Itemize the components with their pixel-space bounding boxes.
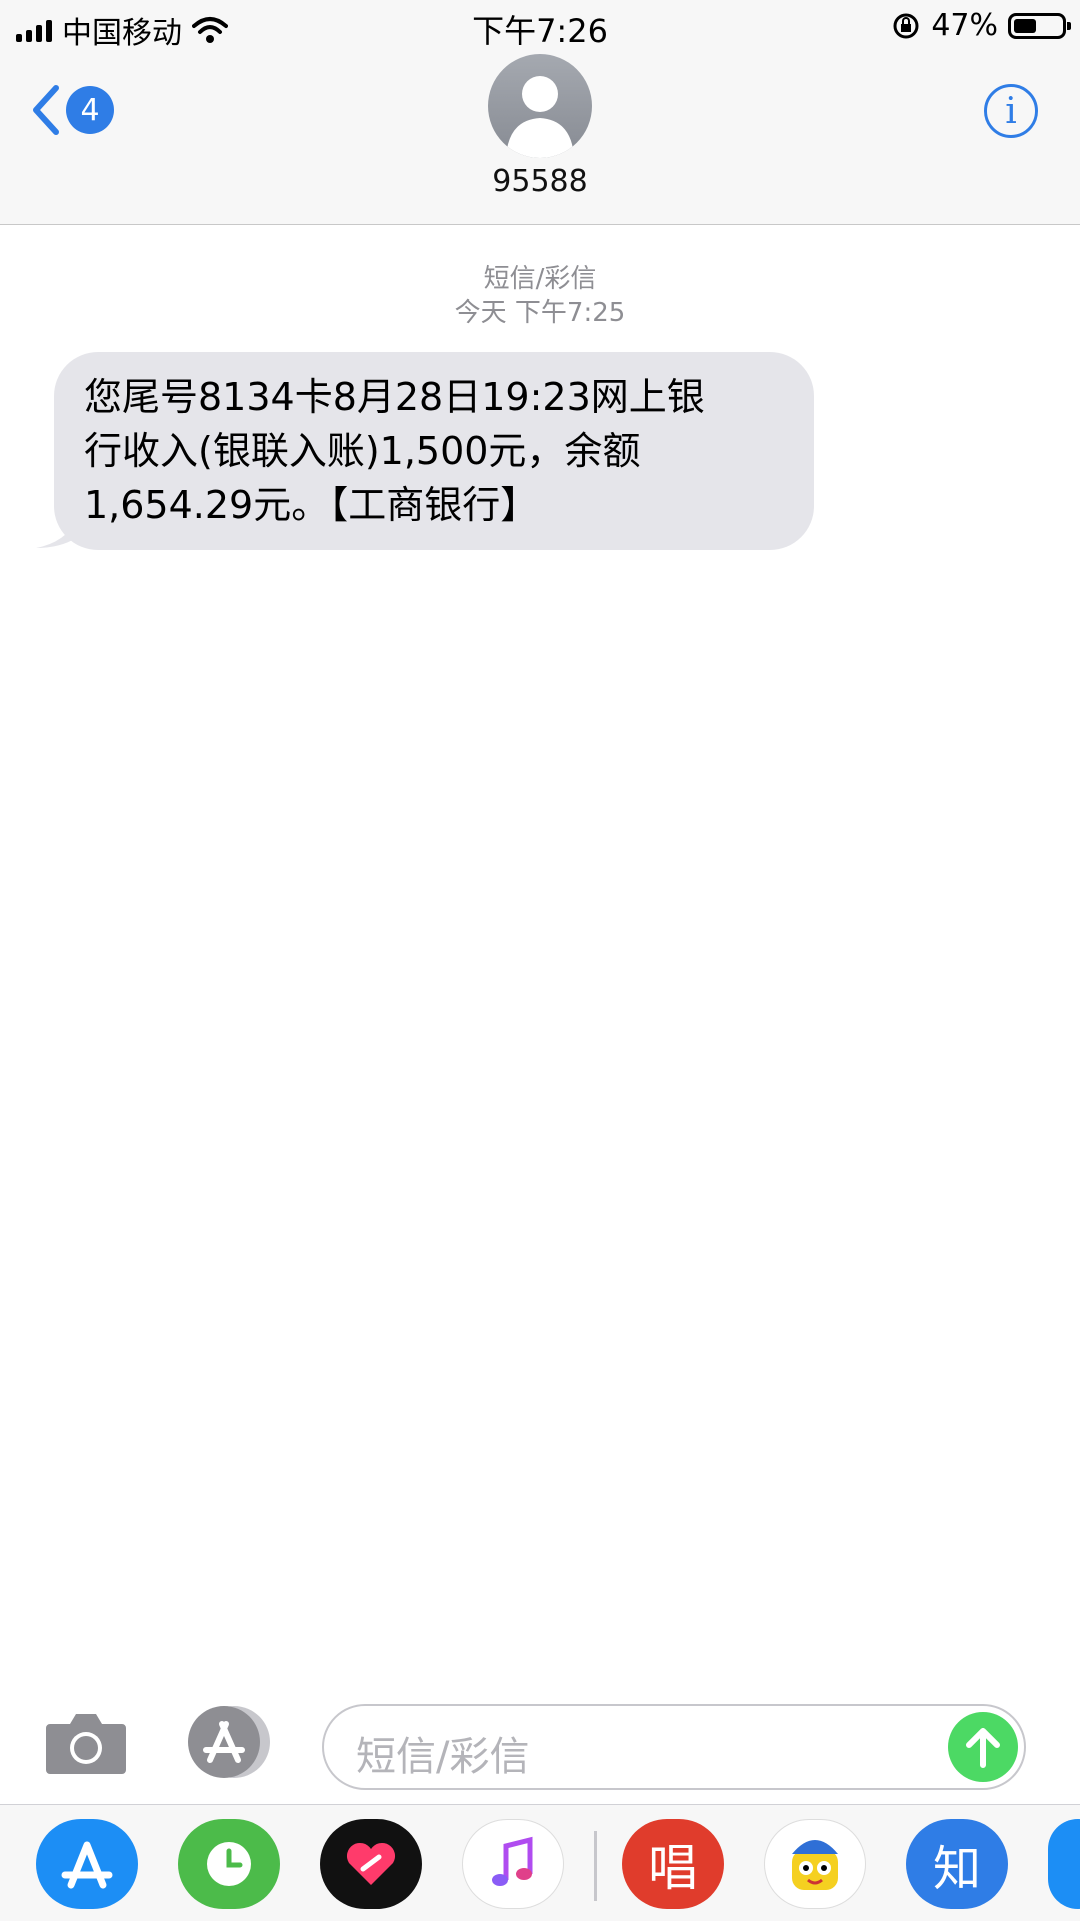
status-bar: 中国移动 下午7:26 47% [0,0,1080,54]
chevron-left-icon [33,85,59,135]
rotation-lock-icon [893,13,919,38]
message-input[interactable]: 短信/彩信 [322,1704,1026,1790]
app-store-icon [61,1841,113,1889]
camera-icon [46,1714,126,1774]
battery-fill [1014,18,1036,33]
music-note-icon [492,1836,533,1886]
send-button[interactable] [948,1712,1018,1782]
heart-icon [346,1842,396,1885]
clock-app-button[interactable] [178,1819,280,1909]
info-icon: i [1005,90,1017,132]
message-line: 行收入(银联入账)1,500元，余额 [84,429,641,473]
composer-bar: 短信/彩信 [0,1690,1080,1800]
more-app-button[interactable] [1048,1819,1080,1909]
contact-name[interactable]: 95588 [0,164,1080,199]
imessage-app-drawer: 唱 知 [0,1804,1080,1921]
message-input-placeholder: 短信/彩信 [356,1734,530,1780]
battery-percent: 47% [931,8,998,43]
app-store-app-button[interactable] [36,1819,138,1909]
back-button[interactable]: 4 [30,84,114,136]
person-silhouette-icon [506,76,574,158]
zhihu-app-button[interactable]: 知 [906,1819,1008,1909]
message-text: 您尾号8134卡8月28日19:23网上银 行收入(银联入账)1,500元，余额… [84,370,784,532]
incoming-message-bubble[interactable]: 您尾号8134卡8月28日19:23网上银 行收入(银联入账)1,500元，余额… [54,352,814,550]
info-button[interactable]: i [984,84,1038,138]
contact-avatar[interactable] [488,54,592,158]
message-type-label: 短信/彩信 [483,264,597,294]
cartoon-sticker-icon [792,1840,838,1890]
sing-app-label: 唱 [648,1839,698,1897]
status-right: 47% [891,8,1071,43]
app-store-icon [188,1706,270,1778]
arrow-up-icon [966,1728,1000,1768]
music-app-button[interactable] [462,1819,564,1909]
app-drawer-divider [594,1831,597,1901]
unread-count-badge: 4 [66,86,114,134]
conversation-header: 4 95588 i [0,54,1080,225]
sing-app-button[interactable]: 唱 [622,1819,724,1909]
clock-icon [207,1842,251,1886]
message-line: 您尾号8134卡8月28日19:23网上银 [84,375,705,419]
battery-icon [1008,12,1071,39]
app-store-button[interactable] [182,1704,276,1780]
heart-app-button[interactable] [320,1819,422,1909]
message-timestamp: 今天 下午7:25 [454,298,626,328]
zhihu-app-label: 知 [932,1841,981,1897]
message-line: 1,654.29元。【工商银行】 [84,483,539,527]
sticker-app-button[interactable] [764,1819,866,1909]
camera-button[interactable] [44,1710,128,1776]
